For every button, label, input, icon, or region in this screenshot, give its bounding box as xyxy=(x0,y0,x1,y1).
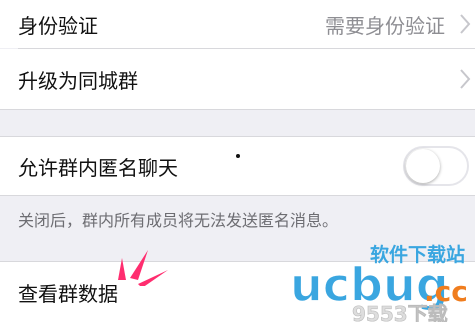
emphasis-marks-icon xyxy=(118,250,168,286)
upgrade-city-group-row[interactable]: 升级为同城群 xyxy=(0,49,475,109)
chevron-right-icon xyxy=(460,14,471,34)
ucbug-watermark-logo: 软件下载站 ucbug .cc 9553下载 xyxy=(290,243,468,322)
section-divider xyxy=(0,195,475,196)
stray-dot xyxy=(236,154,240,158)
anonymous-chat-label: 允许群内匿名聊天 xyxy=(18,155,178,180)
identity-verification-label: 身份验证 xyxy=(18,13,98,38)
anonymous-chat-row: 允许群内匿名聊天 xyxy=(0,137,475,195)
chevron-right-icon xyxy=(460,69,471,89)
identity-verification-row[interactable]: 身份验证 需要身份验证 xyxy=(0,0,475,48)
anonymous-chat-toggle[interactable] xyxy=(403,146,469,186)
identity-verification-value: 需要身份验证 xyxy=(325,13,445,38)
watermark-sub: 9553下载 xyxy=(352,302,448,322)
section-divider xyxy=(0,109,475,110)
upgrade-city-group-label: 升级为同城群 xyxy=(18,68,138,93)
anonymous-chat-note: 关闭后，群内所有成员将无法发送匿名消息。 xyxy=(18,211,339,230)
view-group-data-label: 查看群数据 xyxy=(18,281,118,306)
toggle-knob xyxy=(406,149,440,183)
